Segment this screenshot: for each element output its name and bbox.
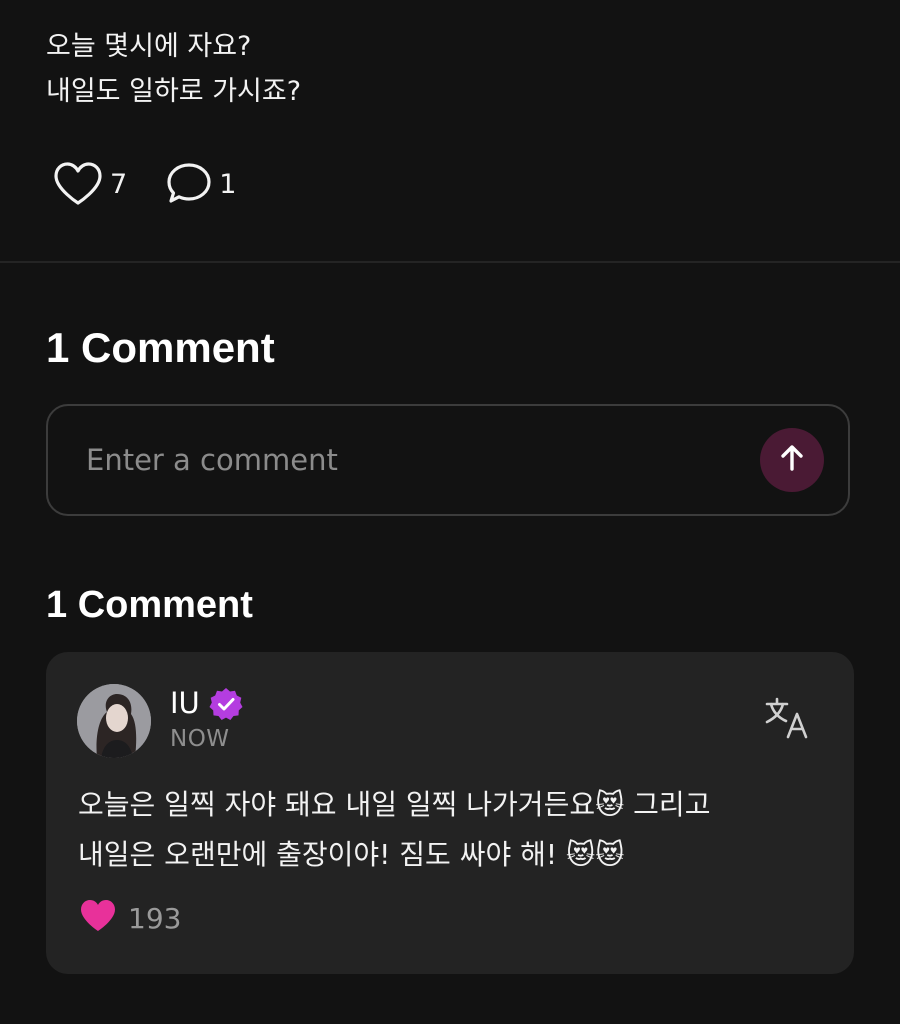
- post-line: 오늘 몇시에 자요?: [46, 31, 252, 62]
- arrow-up-icon: [779, 444, 805, 476]
- heart-outline-icon: [52, 161, 104, 207]
- comment-line: 오늘은 일찍 자야 돼요 내일 일찍 나가거든요😻 그리고: [78, 788, 711, 821]
- comment-like-count: 193: [128, 901, 182, 935]
- speech-bubble-icon: [165, 161, 213, 207]
- avatar[interactable]: [77, 684, 151, 758]
- divider: [0, 261, 900, 263]
- comment-line: 내일은 오랜만에 출장이야! 짐도 싸야 해! 😻😻: [78, 838, 625, 871]
- post-line: 내일도 일하로 가시죠?: [46, 76, 302, 107]
- like-button[interactable]: 7: [52, 161, 127, 207]
- comment-timestamp: NOW: [170, 726, 230, 752]
- comments-header: 1 Comment: [46, 324, 275, 371]
- comment-button[interactable]: 1: [165, 161, 236, 207]
- post-detail-screen: 오늘 몇시에 자요? 내일도 일하로 가시죠? 7 1 1 Comment En…: [0, 0, 900, 1024]
- heart-filled-icon: [78, 898, 118, 938]
- comment-like-button[interactable]: 193: [78, 898, 181, 938]
- verified-badge-icon: [208, 686, 244, 726]
- post-actions: 7 1: [52, 160, 236, 208]
- send-button[interactable]: [760, 428, 824, 492]
- comment-list-header: 1 Comment: [46, 584, 253, 626]
- post-text: 오늘 몇시에 자요? 내일도 일하로 가시죠?: [46, 24, 301, 114]
- comment-card: IU NOW 오늘은 일찍 자야 돼요 내일 일찍 나가거든요😻 그리고 내일은…: [46, 652, 854, 974]
- translate-icon[interactable]: [764, 696, 810, 744]
- like-count: 7: [110, 168, 128, 200]
- comment-body: 오늘은 일찍 자야 돼요 내일 일찍 나가거든요😻 그리고 내일은 오랜만에 출…: [78, 780, 710, 880]
- comment-count: 1: [219, 168, 237, 200]
- comment-input-placeholder: Enter a comment: [86, 443, 338, 477]
- comment-input[interactable]: Enter a comment: [46, 404, 850, 516]
- author-name[interactable]: IU: [170, 686, 200, 720]
